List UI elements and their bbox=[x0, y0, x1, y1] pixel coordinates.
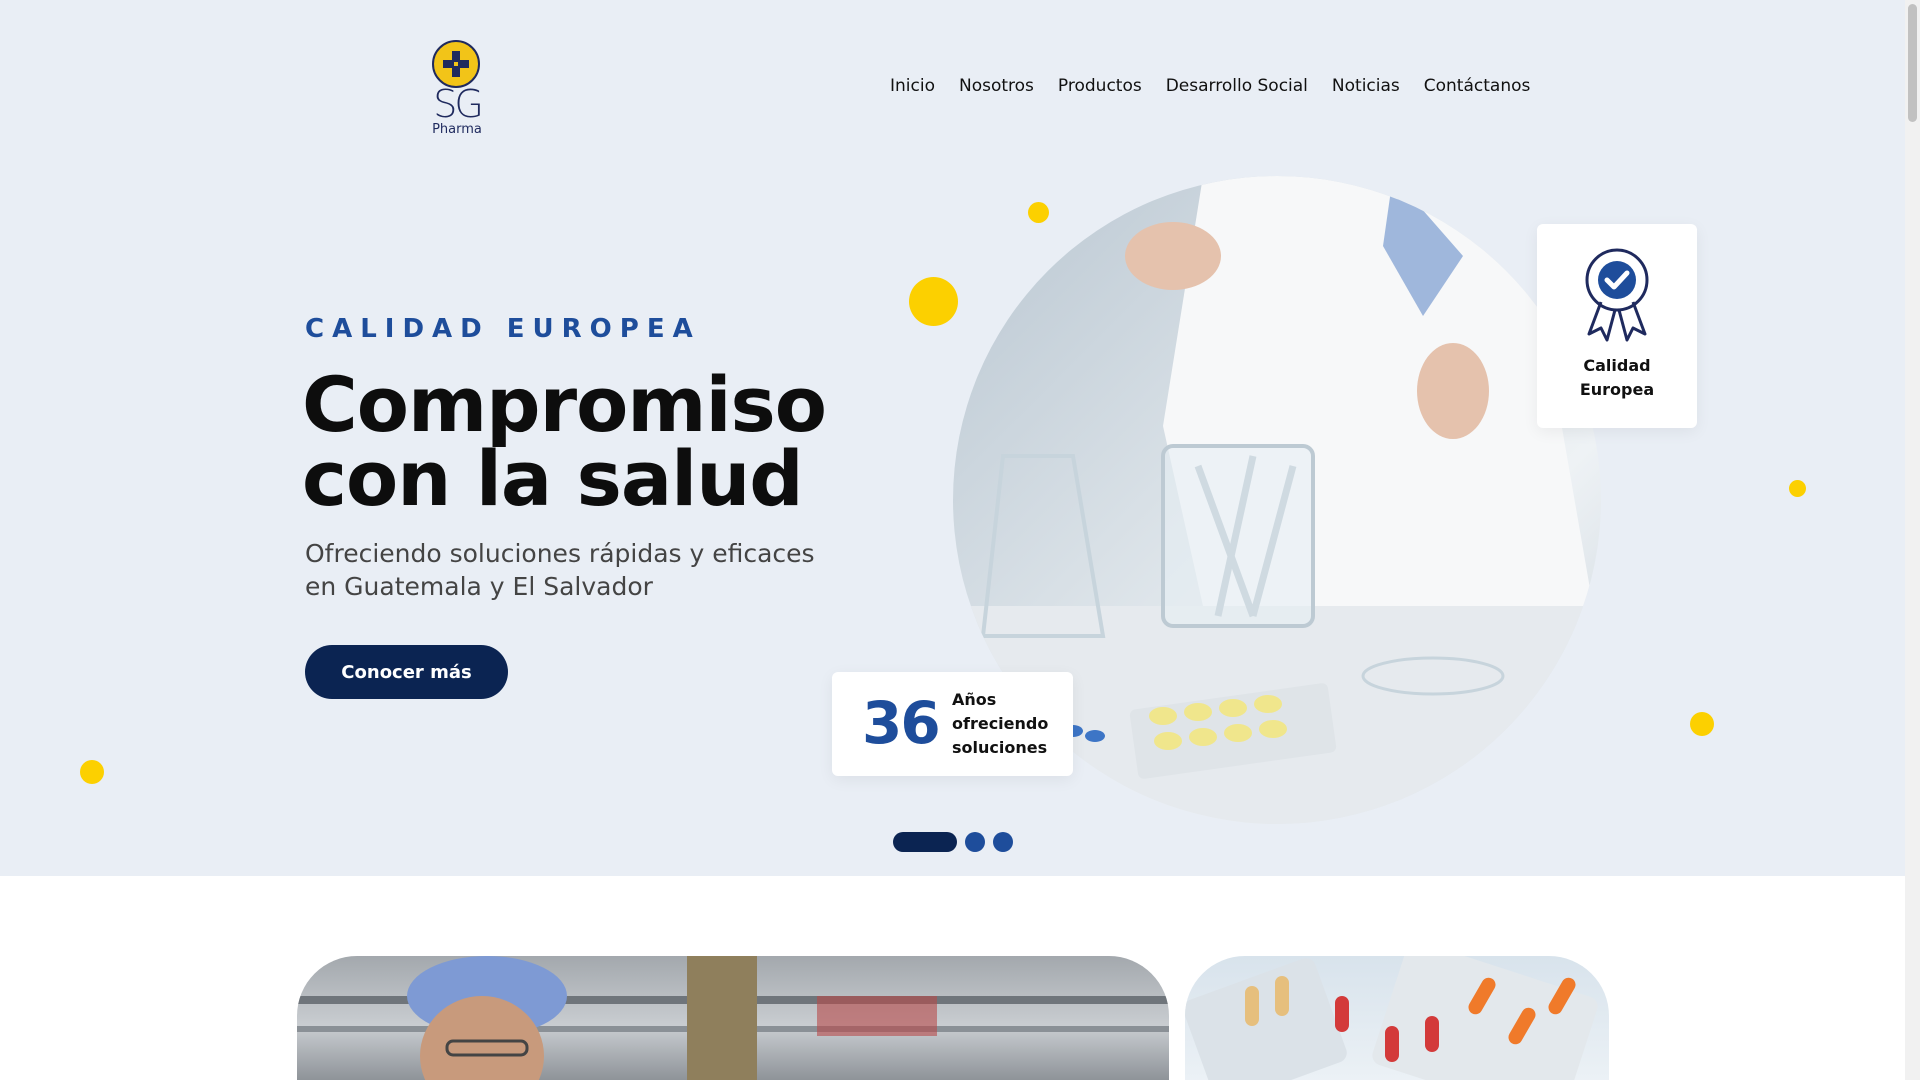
medicine-pills-photo bbox=[1185, 956, 1609, 1080]
logo-subtext: Pharma bbox=[432, 122, 482, 137]
nav-item-productos[interactable]: Productos bbox=[1058, 76, 1142, 96]
quality-label-line-1: Calidad bbox=[1583, 356, 1651, 375]
slide-indicator-1[interactable] bbox=[893, 832, 957, 852]
slider-pagination bbox=[893, 832, 1013, 852]
page-scrollbar[interactable] bbox=[1905, 0, 1920, 1080]
learn-more-button[interactable]: Conocer más bbox=[305, 645, 508, 699]
nav-item-desarrollo-social[interactable]: Desarrollo Social bbox=[1166, 76, 1308, 96]
headline-line-2: con la salud bbox=[302, 434, 804, 523]
quality-badge-card: Calidad Europea bbox=[1537, 224, 1697, 428]
nav-item-contactanos[interactable]: Contáctanos bbox=[1424, 76, 1531, 96]
decor-dot bbox=[1028, 202, 1049, 223]
quality-label: Calidad Europea bbox=[1537, 354, 1697, 402]
decor-dot bbox=[1690, 712, 1714, 736]
award-ribbon-icon bbox=[1585, 248, 1649, 342]
scrollbar-thumb[interactable] bbox=[1908, 4, 1917, 122]
years-number: 36 bbox=[862, 689, 941, 757]
slide-indicator-2[interactable] bbox=[965, 832, 985, 852]
logo-emblem-icon bbox=[432, 40, 480, 88]
features-section bbox=[0, 876, 1905, 1080]
nav-item-noticias[interactable]: Noticias bbox=[1332, 76, 1400, 96]
decor-dot bbox=[1789, 480, 1806, 497]
quality-label-line-2: Europea bbox=[1579, 380, 1655, 399]
factory-worker-photo bbox=[297, 956, 1169, 1080]
hero-subtitle: Ofreciendo soluciones rápidas y eficaces… bbox=[305, 539, 815, 601]
years-experience-card: 36 Años ofreciendo soluciones bbox=[832, 672, 1073, 776]
nav-item-inicio[interactable]: Inicio bbox=[890, 76, 935, 96]
nav-item-nosotros[interactable]: Nosotros bbox=[959, 76, 1034, 96]
years-label-line-2: ofreciendo bbox=[952, 714, 1049, 733]
main-nav: Inicio Nosotros Productos Desarrollo Soc… bbox=[890, 76, 1554, 96]
hero-headline: Compromiso con la salud bbox=[302, 367, 862, 517]
logo-text: SG bbox=[433, 82, 484, 126]
years-label-line-3: soluciones bbox=[952, 738, 1048, 757]
decor-dot bbox=[80, 760, 104, 784]
years-label: Años ofreciendo soluciones bbox=[952, 688, 1062, 760]
site-logo[interactable]: SG Pharma bbox=[431, 40, 484, 140]
slide-indicator-3[interactable] bbox=[993, 832, 1013, 852]
decor-dot bbox=[909, 277, 958, 326]
years-label-line-1: Años bbox=[952, 690, 997, 709]
hero-section: SG Pharma Inicio Nosotros Productos Desa… bbox=[0, 0, 1905, 876]
hero-eyebrow: CALIDAD EUROPEA bbox=[305, 314, 701, 344]
